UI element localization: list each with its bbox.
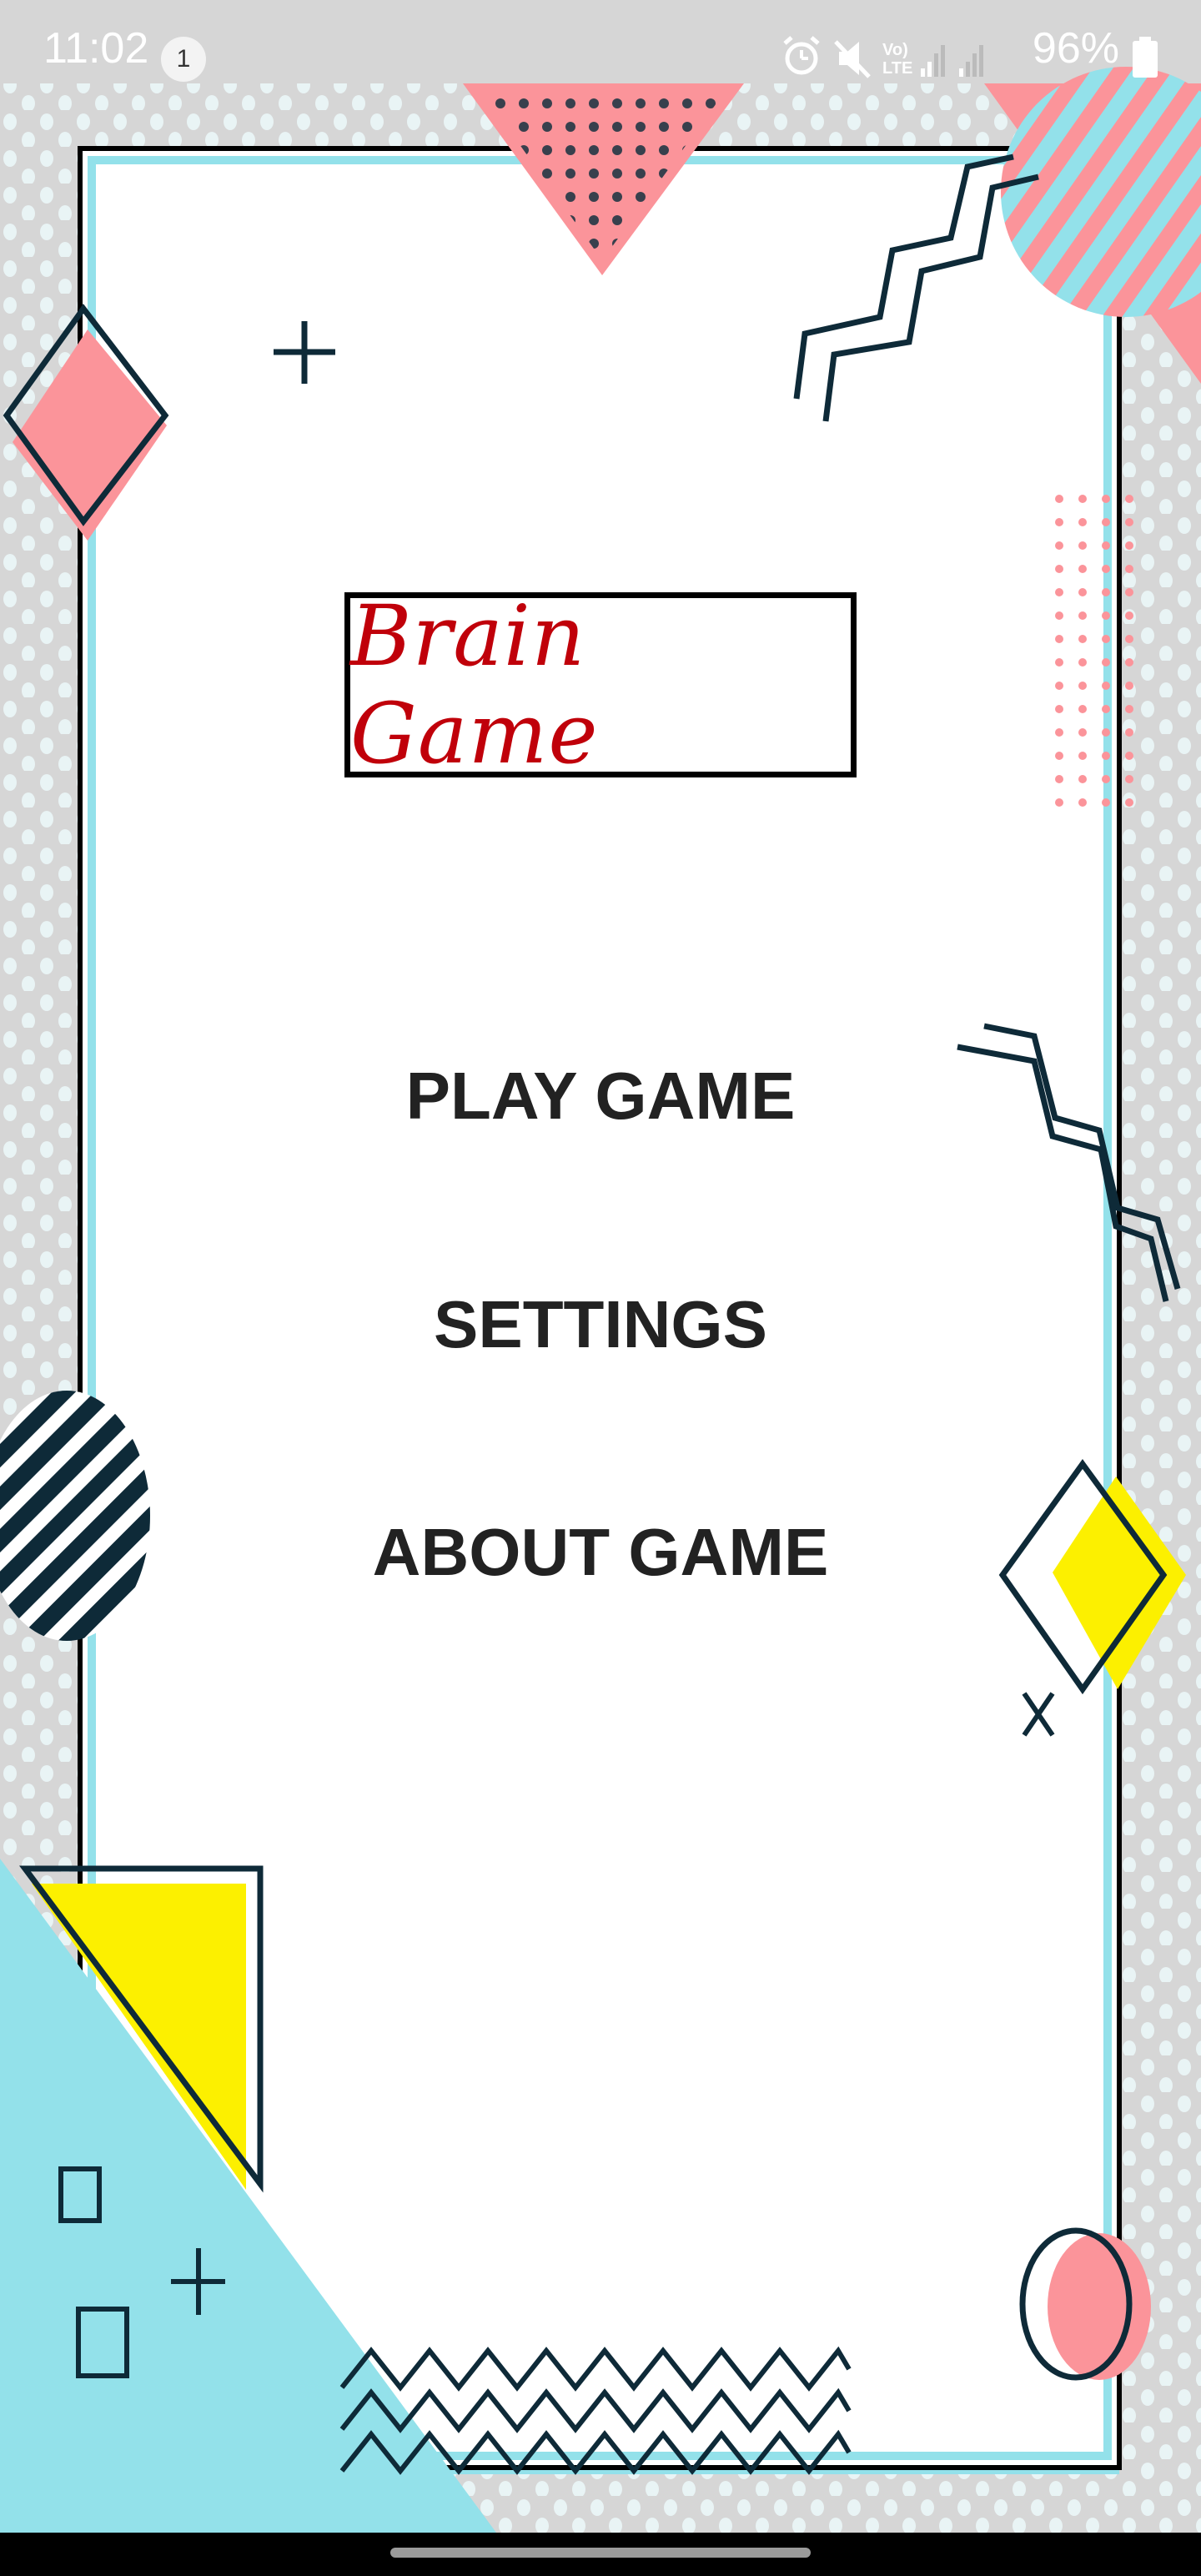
alarm-icon <box>783 36 820 75</box>
battery-icon <box>1133 37 1158 78</box>
svg-text:LTE: LTE <box>882 59 912 78</box>
status-time: 11:02 <box>43 24 149 73</box>
mute-icon <box>834 40 871 78</box>
svg-text:Vo): Vo) <box>882 41 908 59</box>
volte-icon: Vo) LTE <box>882 41 912 78</box>
app-title: Brain Game <box>350 587 599 782</box>
notification-count-badge: 1 <box>161 37 206 82</box>
settings-button[interactable]: SETTINGS <box>0 1286 1201 1363</box>
signal-icon <box>921 45 945 77</box>
play-game-button[interactable]: PLAY GAME <box>0 1058 1201 1135</box>
title-box: Brain Game <box>344 587 857 782</box>
home-gesture-handle[interactable] <box>390 2548 811 2558</box>
status-bar: 11:02 1 Vo) LTE 96% <box>0 0 1201 108</box>
battery-percentage: 96% <box>1032 24 1119 73</box>
signal-icon-2 <box>959 45 983 77</box>
about-game-button[interactable]: ABOUT GAME <box>0 1514 1201 1591</box>
status-icons: Vo) LTE <box>783 36 983 78</box>
